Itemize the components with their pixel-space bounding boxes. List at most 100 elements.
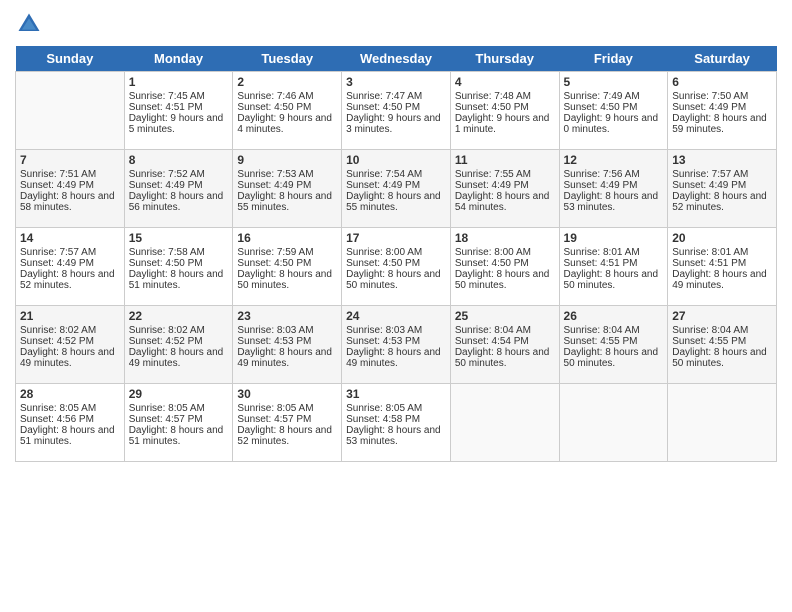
sunrise-text: Sunrise: 8:02 AM: [129, 325, 229, 336]
sunset-text: Sunset: 4:50 PM: [237, 102, 337, 113]
sunrise-text: Sunrise: 8:03 AM: [237, 325, 337, 336]
daylight-text: Daylight: 8 hours and 50 minutes.: [346, 269, 446, 291]
logo-icon: [15, 10, 43, 38]
day-cell: 3Sunrise: 7:47 AMSunset: 4:50 PMDaylight…: [342, 72, 451, 150]
day-cell: 16Sunrise: 7:59 AMSunset: 4:50 PMDayligh…: [233, 228, 342, 306]
day-cell: 15Sunrise: 7:58 AMSunset: 4:50 PMDayligh…: [124, 228, 233, 306]
day-cell: 14Sunrise: 7:57 AMSunset: 4:49 PMDayligh…: [16, 228, 125, 306]
sunset-text: Sunset: 4:50 PM: [129, 258, 229, 269]
sunset-text: Sunset: 4:56 PM: [20, 414, 120, 425]
sunset-text: Sunset: 4:53 PM: [237, 336, 337, 347]
day-number: 20: [672, 231, 772, 245]
sunset-text: Sunset: 4:51 PM: [564, 258, 664, 269]
sunset-text: Sunset: 4:49 PM: [20, 180, 120, 191]
daylight-text: Daylight: 8 hours and 50 minutes.: [455, 269, 555, 291]
day-number: 22: [129, 309, 229, 323]
daylight-text: Daylight: 8 hours and 52 minutes.: [672, 191, 772, 213]
sunrise-text: Sunrise: 8:01 AM: [672, 247, 772, 258]
daylight-text: Daylight: 8 hours and 50 minutes.: [237, 269, 337, 291]
sunrise-text: Sunrise: 7:50 AM: [672, 91, 772, 102]
day-cell: [450, 384, 559, 462]
sunrise-text: Sunrise: 8:05 AM: [346, 403, 446, 414]
week-row-5: 28Sunrise: 8:05 AMSunset: 4:56 PMDayligh…: [16, 384, 777, 462]
sunset-text: Sunset: 4:51 PM: [672, 258, 772, 269]
sunrise-text: Sunrise: 7:58 AM: [129, 247, 229, 258]
day-cell: 13Sunrise: 7:57 AMSunset: 4:49 PMDayligh…: [668, 150, 777, 228]
daylight-text: Daylight: 8 hours and 50 minutes.: [455, 347, 555, 369]
sunset-text: Sunset: 4:50 PM: [346, 258, 446, 269]
daylight-text: Daylight: 8 hours and 49 minutes.: [672, 269, 772, 291]
day-cell: 26Sunrise: 8:04 AMSunset: 4:55 PMDayligh…: [559, 306, 668, 384]
day-number: 11: [455, 153, 555, 167]
daylight-text: Daylight: 9 hours and 1 minute.: [455, 113, 555, 135]
sunrise-text: Sunrise: 8:05 AM: [20, 403, 120, 414]
sunset-text: Sunset: 4:49 PM: [346, 180, 446, 191]
day-number: 30: [237, 387, 337, 401]
sunrise-text: Sunrise: 8:00 AM: [455, 247, 555, 258]
day-number: 2: [237, 75, 337, 89]
daylight-text: Daylight: 8 hours and 50 minutes.: [672, 347, 772, 369]
sunset-text: Sunset: 4:55 PM: [672, 336, 772, 347]
sunrise-text: Sunrise: 8:00 AM: [346, 247, 446, 258]
day-cell: 5Sunrise: 7:49 AMSunset: 4:50 PMDaylight…: [559, 72, 668, 150]
daylight-text: Daylight: 9 hours and 5 minutes.: [129, 113, 229, 135]
day-cell: [559, 384, 668, 462]
day-number: 15: [129, 231, 229, 245]
daylight-text: Daylight: 8 hours and 55 minutes.: [237, 191, 337, 213]
day-number: 10: [346, 153, 446, 167]
sunrise-text: Sunrise: 7:56 AM: [564, 169, 664, 180]
daylight-text: Daylight: 8 hours and 58 minutes.: [20, 191, 120, 213]
calendar-table: SundayMondayTuesdayWednesdayThursdayFrid…: [15, 46, 777, 462]
day-cell: [668, 384, 777, 462]
sunset-text: Sunset: 4:54 PM: [455, 336, 555, 347]
sunrise-text: Sunrise: 8:04 AM: [564, 325, 664, 336]
day-header-sunday: Sunday: [16, 46, 125, 72]
daylight-text: Daylight: 8 hours and 56 minutes.: [129, 191, 229, 213]
header: [15, 10, 777, 38]
sunset-text: Sunset: 4:53 PM: [346, 336, 446, 347]
sunset-text: Sunset: 4:50 PM: [564, 102, 664, 113]
day-number: 28: [20, 387, 120, 401]
sunset-text: Sunset: 4:57 PM: [237, 414, 337, 425]
sunrise-text: Sunrise: 7:46 AM: [237, 91, 337, 102]
day-cell: 21Sunrise: 8:02 AMSunset: 4:52 PMDayligh…: [16, 306, 125, 384]
sunrise-text: Sunrise: 7:57 AM: [672, 169, 772, 180]
sunset-text: Sunset: 4:50 PM: [455, 258, 555, 269]
sunrise-text: Sunrise: 8:05 AM: [237, 403, 337, 414]
day-header-friday: Friday: [559, 46, 668, 72]
week-row-2: 7Sunrise: 7:51 AMSunset: 4:49 PMDaylight…: [16, 150, 777, 228]
day-number: 19: [564, 231, 664, 245]
daylight-text: Daylight: 8 hours and 49 minutes.: [346, 347, 446, 369]
daylight-text: Daylight: 8 hours and 49 minutes.: [20, 347, 120, 369]
day-cell: 27Sunrise: 8:04 AMSunset: 4:55 PMDayligh…: [668, 306, 777, 384]
day-header-saturday: Saturday: [668, 46, 777, 72]
day-cell: 24Sunrise: 8:03 AMSunset: 4:53 PMDayligh…: [342, 306, 451, 384]
day-header-wednesday: Wednesday: [342, 46, 451, 72]
daylight-text: Daylight: 8 hours and 49 minutes.: [237, 347, 337, 369]
daylight-text: Daylight: 8 hours and 53 minutes.: [346, 425, 446, 447]
daylight-text: Daylight: 8 hours and 51 minutes.: [129, 425, 229, 447]
sunrise-text: Sunrise: 8:03 AM: [346, 325, 446, 336]
day-cell: 4Sunrise: 7:48 AMSunset: 4:50 PMDaylight…: [450, 72, 559, 150]
daylight-text: Daylight: 9 hours and 0 minutes.: [564, 113, 664, 135]
day-number: 12: [564, 153, 664, 167]
day-number: 9: [237, 153, 337, 167]
day-cell: 12Sunrise: 7:56 AMSunset: 4:49 PMDayligh…: [559, 150, 668, 228]
day-cell: 28Sunrise: 8:05 AMSunset: 4:56 PMDayligh…: [16, 384, 125, 462]
sunset-text: Sunset: 4:50 PM: [346, 102, 446, 113]
day-cell: 9Sunrise: 7:53 AMSunset: 4:49 PMDaylight…: [233, 150, 342, 228]
day-cell: 2Sunrise: 7:46 AMSunset: 4:50 PMDaylight…: [233, 72, 342, 150]
sunrise-text: Sunrise: 7:49 AM: [564, 91, 664, 102]
logo: [15, 10, 47, 38]
day-number: 25: [455, 309, 555, 323]
day-number: 26: [564, 309, 664, 323]
sunrise-text: Sunrise: 7:57 AM: [20, 247, 120, 258]
daylight-text: Daylight: 8 hours and 50 minutes.: [564, 269, 664, 291]
sunset-text: Sunset: 4:49 PM: [672, 102, 772, 113]
day-cell: 18Sunrise: 8:00 AMSunset: 4:50 PMDayligh…: [450, 228, 559, 306]
sunrise-text: Sunrise: 8:05 AM: [129, 403, 229, 414]
day-cell: 22Sunrise: 8:02 AMSunset: 4:52 PMDayligh…: [124, 306, 233, 384]
sunset-text: Sunset: 4:49 PM: [455, 180, 555, 191]
daylight-text: Daylight: 8 hours and 59 minutes.: [672, 113, 772, 135]
sunrise-text: Sunrise: 7:48 AM: [455, 91, 555, 102]
